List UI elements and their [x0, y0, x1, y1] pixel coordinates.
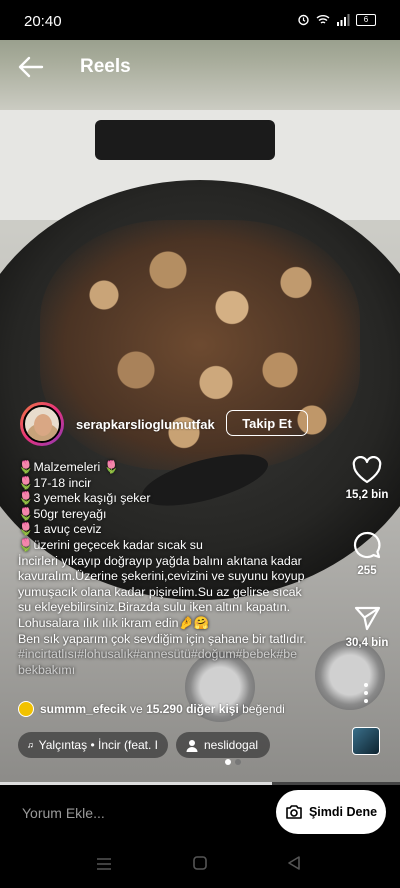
like-action[interactable]: 15,2 bin	[342, 456, 392, 501]
burner	[95, 120, 275, 160]
hashtags[interactable]: bekbakımı	[18, 663, 348, 679]
caption-line: İncirleri yıkayıp doğrayıp yağda balını …	[18, 553, 302, 568]
page-title: Reels	[80, 56, 131, 77]
avatar-photo	[23, 405, 61, 443]
tulip-icon: 🌷	[18, 506, 34, 521]
avatar-face	[34, 414, 52, 436]
caption-line: Lohusalara ılık ılık ikram edin🤌🤗	[18, 615, 210, 630]
person-icon	[186, 739, 198, 752]
liked-by-others: 15.290 diğer kişi	[146, 702, 239, 716]
tagged-user-label: neslidogal	[204, 738, 259, 752]
back-nav-icon[interactable]	[287, 856, 301, 870]
tulip-icon: 🌷	[18, 460, 34, 474]
more-options-icon[interactable]	[362, 682, 370, 704]
caption-line: su ekleyebilirsiniz.Birazda sulu iken al…	[18, 600, 291, 615]
follow-button[interactable]: Takip Et	[226, 410, 308, 436]
camera-icon	[286, 805, 302, 819]
caption[interactable]: 🌷Malzemeleri 🌷 🌷17-18 incir 🌷3 yemek kaş…	[18, 460, 348, 678]
comment-count: 255	[357, 565, 377, 577]
status-bar: 20:40 6	[0, 0, 400, 40]
back-arrow-icon[interactable]	[18, 56, 44, 78]
caption-line: yumuşacık olana kadar pişirelim.Su az ge…	[18, 584, 302, 599]
page-dot	[235, 759, 241, 765]
caption-text: 1 avuç ceviz	[33, 522, 102, 537]
recents-icon[interactable]	[96, 858, 112, 870]
music-chip[interactable]: Yalçıntaş • İncir (feat. I	[18, 732, 168, 758]
tulip-icon: 🌷	[103, 460, 120, 474]
like-count: 15,2 bin	[345, 489, 389, 501]
tulip-icon: 🌷	[18, 537, 34, 552]
tulip-icon: 🌷	[18, 522, 34, 537]
caption-line: 🌷üzerini geçecek kadar sıcak su	[18, 538, 348, 554]
tulip-icon: 🌷	[18, 475, 34, 490]
alarm-icon	[298, 14, 309, 26]
status-icons: 6	[297, 13, 376, 26]
battery-icon: 6	[356, 13, 376, 26]
liked-by-conj: ve	[126, 702, 147, 716]
wifi-icon	[316, 14, 330, 24]
tagged-user-chip[interactable]: neslidogal	[176, 732, 270, 758]
liked-by[interactable]: summm_efecik ve 15.290 diğer kişi beğend…	[18, 701, 285, 717]
home-icon[interactable]	[193, 856, 207, 870]
share-action[interactable]: 30,4 bin	[342, 604, 392, 649]
caption-line: 🌷Malzemeleri 🌷	[18, 460, 348, 476]
caption-line: 🌷50gr tereyağı	[18, 507, 348, 523]
try-now-button[interactable]: Şimdi Dene	[276, 790, 386, 834]
caption-text: 50gr tereyağı	[33, 506, 107, 521]
caption-text: Malzemeleri	[33, 460, 104, 474]
comment-icon	[353, 531, 381, 559]
liker-username: summm_efecik	[40, 702, 127, 716]
avatar[interactable]	[20, 402, 64, 446]
username[interactable]: serapkarslioglumutfak	[76, 417, 215, 432]
send-icon	[354, 606, 381, 631]
music-label: Yalçıntaş • İncir (feat. I	[38, 738, 158, 752]
system-nav-bar	[0, 840, 400, 888]
caption-line: Ben sık yaparım çok sevdiğim için şahane…	[18, 631, 307, 646]
liked-by-suffix: beğendi	[238, 702, 285, 716]
hashtags[interactable]: #incirtatlısı#lohusalık#annesütü#doğum#b…	[18, 647, 348, 663]
tulip-icon: 🌷	[18, 491, 34, 506]
comment-input[interactable]: Yorum Ekle...	[22, 805, 105, 821]
caption-line: kavuralım.Üzerine şekerini,cevizini ve s…	[18, 569, 305, 584]
audio-thumbnail[interactable]	[352, 727, 380, 755]
caption-line: 🌷1 avuç ceviz	[18, 522, 348, 538]
try-now-label: Şimdi Dene	[308, 805, 378, 819]
caption-text: 3 yemek kaşığı şeker	[33, 491, 151, 506]
signal-icon	[337, 13, 350, 26]
fig-pieces	[40, 220, 360, 470]
heart-icon	[352, 456, 382, 484]
share-count: 30,4 bin	[345, 637, 389, 649]
caption-line: 🌷3 yemek kaşığı şeker	[18, 491, 348, 507]
status-time: 20:40	[24, 13, 62, 30]
page-dot-active	[225, 759, 231, 765]
music-note-icon	[28, 742, 33, 748]
caption-text: üzerini geçecek kadar sıcak su	[33, 537, 203, 552]
caption-text: 17-18 incir	[33, 475, 92, 490]
page-dots	[225, 759, 241, 765]
liker-avatar	[18, 701, 34, 717]
comment-action[interactable]: 255	[342, 530, 392, 577]
caption-line: 🌷17-18 incir	[18, 476, 348, 492]
